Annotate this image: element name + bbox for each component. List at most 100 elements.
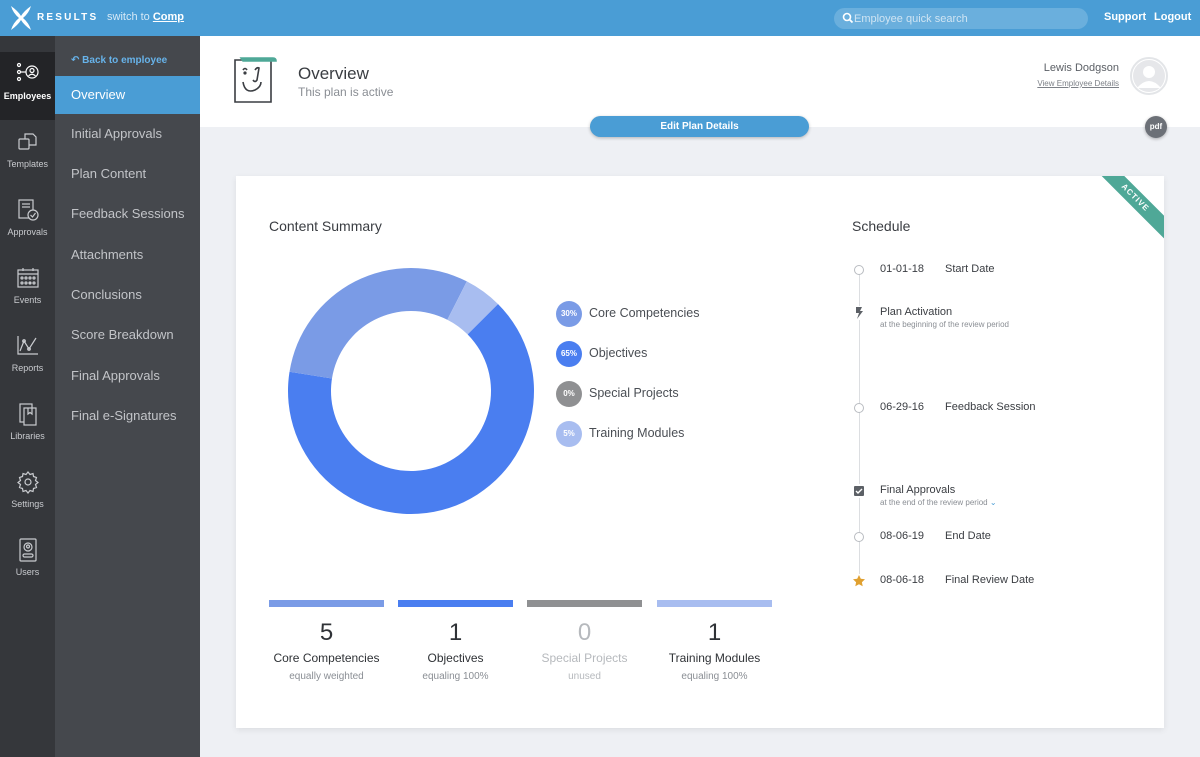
subnav-item-attachments[interactable]: Attachments [55, 236, 200, 274]
stat-count: 0 [577, 619, 592, 646]
avatar[interactable] [1130, 57, 1168, 95]
schedule-title: Final Approvals [880, 484, 956, 496]
schedule-label: End Date [945, 530, 991, 542]
rail-label: Reports [11, 363, 44, 373]
subnav-item-final-approvals[interactable]: Final Approvals [55, 357, 200, 395]
results-logo-icon[interactable] [10, 5, 32, 31]
stat-count: 5 [319, 619, 334, 646]
donut-slice-core-competencies [289, 267, 467, 379]
back-to-employee-link[interactable]: ↶ Back to employee [71, 55, 167, 66]
legend-label: Special Projects [589, 386, 679, 400]
rail-item-templates[interactable]: Templates [0, 120, 55, 188]
stat-special: 0 Special Projects unused [527, 600, 642, 682]
content-summary-title: Content Summary [269, 218, 382, 234]
stat-sub: equaling 100% [681, 671, 748, 682]
rail-label: Libraries [10, 431, 45, 441]
schedule-sub: at the end of the review period ⌄ [880, 498, 997, 507]
legend-badge: 65% [556, 341, 582, 367]
plan-face-icon [234, 57, 277, 103]
schedule-label: Final Review Date [945, 574, 1035, 586]
rail-item-libraries[interactable]: Libraries [0, 392, 55, 460]
schedule-date: 01-01-18 [880, 263, 925, 275]
employee-name: Lewis Dodgson [1043, 62, 1119, 74]
page-header: Overview This plan is active Lewis Dodgs… [200, 36, 1200, 127]
schedule-sub-text: at the end of the review period [880, 498, 988, 507]
templates-icon [17, 133, 37, 150]
back-arrow-icon: ↶ [71, 55, 80, 66]
legend-badge: 0% [556, 381, 582, 407]
legend-badge: 30% [556, 301, 582, 327]
stat-core: 5 Core Competencies equally weighted [269, 600, 384, 682]
schedule-date: 08-06-19 [880, 530, 925, 542]
bolt-icon [852, 306, 866, 320]
stat-sub: equaling 100% [422, 671, 489, 682]
support-link[interactable]: Support [1104, 11, 1146, 23]
content-donut-chart [288, 267, 534, 514]
legend-label: Core Competencies [589, 306, 700, 320]
stat-color-bar [657, 600, 772, 607]
legend-label: Objectives [589, 346, 648, 360]
stat-label: Objectives [427, 651, 484, 665]
stat-label: Core Competencies [273, 651, 380, 665]
rail-item-settings[interactable]: Settings [0, 460, 55, 528]
overview-card: ACTIVE Content Summary 30% Core Competen… [236, 176, 1164, 728]
switch-to-comp-link[interactable]: Comp [153, 11, 184, 23]
schedule-sub: at the beginning of the review period [880, 320, 1009, 329]
legend-label: Training Modules [589, 426, 685, 440]
rail-item-approvals[interactable]: Approvals [0, 188, 55, 256]
rail-item-users[interactable]: Users [0, 528, 55, 596]
switch-prefix: switch to [107, 11, 150, 23]
circle-icon [852, 530, 866, 544]
subnav-item-overview[interactable]: Overview [55, 76, 200, 114]
rail-label: Settings [11, 499, 44, 509]
rail-label: Events [13, 295, 42, 305]
star-icon [852, 574, 866, 588]
chart-icon [16, 336, 38, 355]
rail-item-events[interactable]: Events [0, 256, 55, 324]
subnav-item-plan-content[interactable]: Plan Content [55, 155, 200, 193]
plan-sub-nav: ↶ Back to employee Overview Initial Appr… [55, 36, 200, 757]
rail-item-employees[interactable]: Employees [0, 52, 55, 120]
schedule-date: 08-06-18 [880, 574, 925, 586]
logout-link[interactable]: Logout [1154, 11, 1191, 23]
chevron-down-icon[interactable]: ⌄ [990, 498, 997, 507]
edit-plan-details-button[interactable]: Edit Plan Details [590, 116, 809, 137]
stat-count: 1 [448, 619, 463, 646]
top-bar: RESULTS switch to Comp Support Logout [0, 0, 1200, 36]
pdf-download-button[interactable]: pdf [1145, 116, 1167, 138]
subnav-item-initial-approvals[interactable]: Initial Approvals [55, 115, 200, 153]
gear-icon [16, 471, 39, 494]
circle-icon [852, 263, 866, 277]
stat-label: Special Projects [541, 651, 628, 665]
main-nav-rail: Employees Templates Approvals Events Rep… [0, 36, 55, 757]
checkbox-checked-icon[interactable] [852, 484, 866, 498]
employee-search[interactable] [834, 8, 1088, 29]
legend-badge: 5% [556, 421, 582, 447]
schedule-title: Plan Activation [880, 306, 953, 318]
rail-label: Employees [3, 91, 52, 101]
logo-text: RESULTS [37, 12, 99, 23]
circle-icon [852, 401, 866, 415]
rail-item-reports[interactable]: Reports [0, 324, 55, 392]
stat-label: Training Modules [668, 651, 761, 665]
view-employee-details-link[interactable]: View Employee Details [1037, 79, 1119, 88]
subnav-item-feedback-sessions[interactable]: Feedback Sessions [55, 195, 200, 233]
employee-search-input[interactable] [854, 8, 1082, 29]
approvals-icon [17, 199, 39, 221]
stat-training: 1 Training Modules equaling 100% [657, 600, 772, 682]
rail-label: Users [15, 567, 40, 577]
page-title: Overview [298, 64, 369, 83]
schedule-label: Feedback Session [945, 401, 1036, 413]
rail-label: Templates [6, 159, 49, 169]
subnav-item-conclusions[interactable]: Conclusions [55, 276, 200, 314]
calendar-icon [16, 268, 39, 288]
stat-objectives: 1 Objectives equaling 100% [398, 600, 513, 682]
subnav-item-score-breakdown[interactable]: Score Breakdown [55, 316, 200, 354]
subnav-item-final-e-signatures[interactable]: Final e-Signatures [55, 397, 200, 435]
library-icon [18, 403, 37, 426]
stat-color-bar [269, 600, 384, 607]
user-placeholder-icon [1133, 60, 1165, 92]
schedule-label: Start Date [945, 263, 995, 275]
stat-color-bar [398, 600, 513, 607]
schedule-date: 06-29-16 [880, 401, 925, 413]
